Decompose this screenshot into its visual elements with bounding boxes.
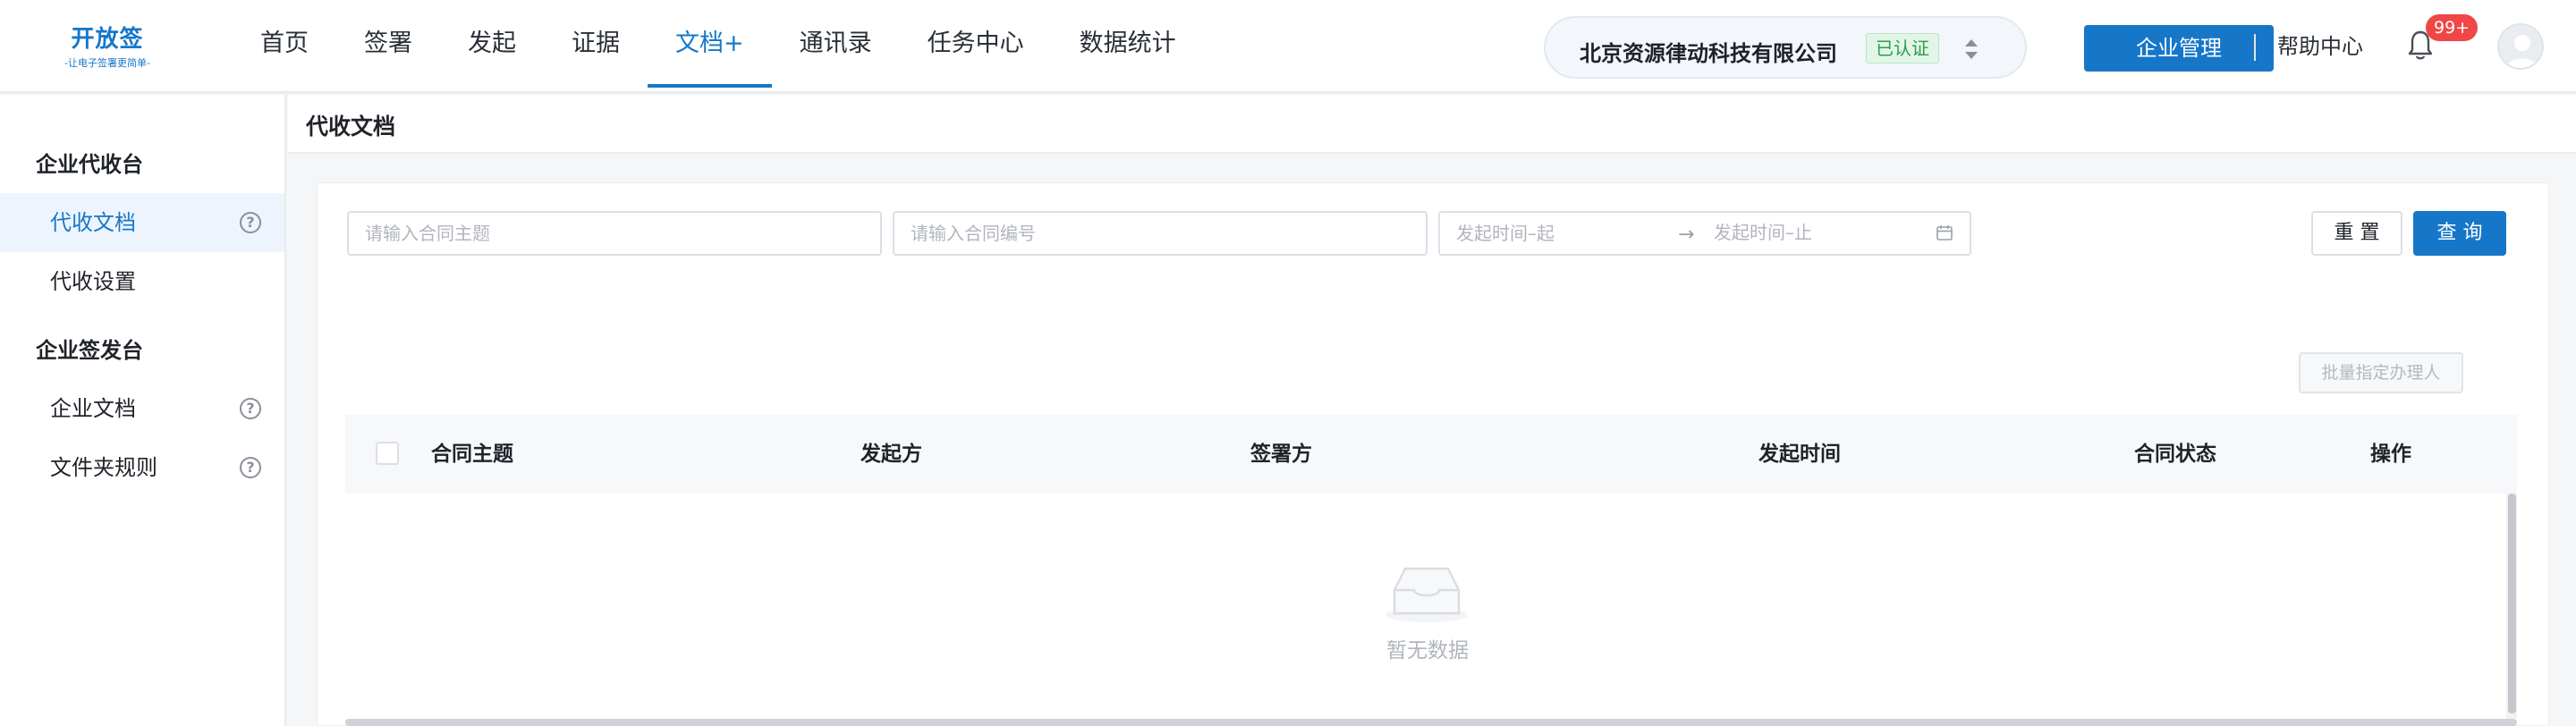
column-header-initiator: 发起方 [860,443,922,466]
avatar[interactable] [2497,23,2544,70]
page-title: 代收文档 [306,114,396,139]
sidebar-item-label: 代收设置 [50,269,136,294]
app-logo[interactable]: 开放签 -让电子签署更简单- [54,25,161,70]
query-button[interactable]: 查 询 [2413,211,2506,256]
sidebar-item-collection-settings[interactable]: 代收设置 [0,252,284,311]
empty-inbox-icon [1385,567,1468,622]
nav-sign[interactable]: 签署 [336,0,440,89]
page-title-bar: 代收文档 [288,95,2576,154]
nav-documents[interactable]: 文档+ [648,0,772,89]
sidebar-item-label: 文件夹规则 [50,455,157,480]
sidebar-item-collected-docs[interactable]: 代收文档 ? [0,193,284,252]
empty-state-text: 暂无数据 [1386,639,1469,663]
select-all-checkbox[interactable] [376,442,399,465]
reset-button[interactable]: 重 置 [2311,211,2402,256]
question-icon[interactable]: ? [240,398,261,419]
verified-badge: 已认证 [1866,33,1939,63]
date-end-field[interactable]: 发起时间–止 [1699,213,1812,254]
column-header-actions: 操作 [2370,443,2411,466]
sidebar-item-enterprise-docs[interactable]: 企业文档 ? [0,379,284,438]
contract-number-input[interactable]: 请输入合同编号 [893,211,1428,256]
vertical-scrollbar[interactable] [2508,494,2516,713]
top-header: 开放签 -让电子签署更简单- 首页 签署 发起 证据 文档+ 通讯录 任务中心 … [0,0,2576,93]
sidebar-item-label: 企业文档 [50,396,136,421]
nav-initiate[interactable]: 发起 [440,0,544,89]
table-header: 合同主题 发起方 签署方 发起时间 合同状态 操作 [345,415,2517,494]
column-header-status: 合同状态 [2134,443,2216,466]
nav-statistics[interactable]: 数据统计 [1052,0,1204,89]
batch-assign-handler-button[interactable]: 批量指定办理人 [2299,352,2463,393]
notification-count-badge: 99+ [2426,14,2479,41]
help-center-link[interactable]: 帮助中心 [2277,29,2363,60]
nav-home[interactable]: 首页 [233,0,336,89]
nav-contacts[interactable]: 通讯录 [772,0,900,89]
question-icon[interactable]: ? [240,212,261,233]
sidebar: 企业代收台 代收文档 ? 代收设置 企业签发台 企业文档 ? 文件夹规则 ? [0,95,286,726]
sidebar-group-collection: 企业代收台 [36,152,143,177]
arrow-right-icon: → [1678,224,1695,246]
date-start-field[interactable]: 发起时间–起 [1456,223,1555,244]
user-avatar-icon [2506,35,2538,68]
nav-evidence[interactable]: 证据 [544,0,648,89]
column-header-initiated-time: 发起时间 [1758,443,1841,466]
column-header-signer: 签署方 [1250,443,1312,466]
sort-switch-icon[interactable] [1962,38,1980,61]
contract-subject-input[interactable]: 请输入合同主题 [347,211,882,256]
main-nav: 首页 签署 发起 证据 文档+ 通讯录 任务中心 数据统计 [233,0,1204,89]
question-icon[interactable]: ? [240,457,261,478]
enterprise-manage-button[interactable]: 企业管理 [2084,25,2274,72]
horizontal-scrollbar[interactable] [345,719,2517,726]
logo-subtitle: -让电子签署更简单- [64,57,150,69]
calendar-icon[interactable] [1936,224,1953,241]
sidebar-item-folder-rules[interactable]: 文件夹规则 ? [0,438,284,497]
company-name: 北京资源律动科技有限公司 [1580,41,1837,66]
column-header-subject: 合同主题 [431,443,513,466]
company-switcher[interactable]: 北京资源律动科技有限公司 已认证 [1544,16,2027,79]
nav-task-center[interactable]: 任务中心 [900,0,1052,89]
sidebar-group-issuing: 企业签发台 [36,338,143,363]
sidebar-item-label: 代收文档 [50,210,136,235]
logo-title: 开放签 [71,26,144,53]
header-divider [2254,34,2256,61]
